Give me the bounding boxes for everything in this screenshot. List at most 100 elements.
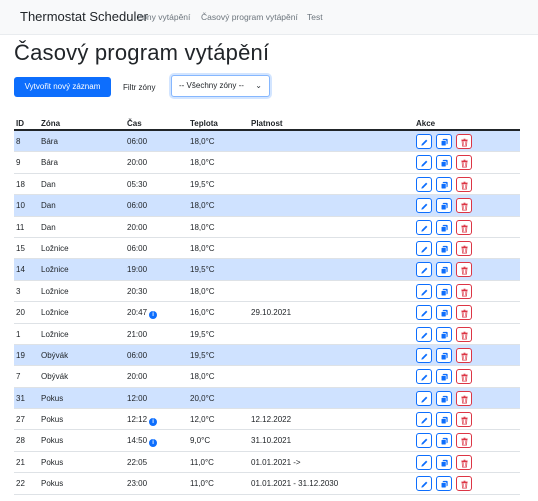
cell-time: 12:12 i (127, 415, 158, 427)
copy-button[interactable] (436, 198, 452, 214)
cell-id: 11 (16, 222, 25, 232)
delete-button[interactable] (456, 134, 472, 149)
cell-temperature: 11,0°C (190, 457, 214, 467)
header-temp: Teplota (190, 119, 218, 128)
cell-time: 21:00 (127, 330, 147, 339)
cell-time-value: 06:00 (127, 243, 148, 253)
delete-button[interactable] (456, 305, 472, 321)
cell-temperature: 18,0°C (190, 243, 215, 253)
create-record-button[interactable]: Vytvořit nový záznam (14, 77, 111, 97)
table-header: ID Zóna Čas Teplota Platnost Akce (14, 117, 520, 131)
delete-button[interactable] (456, 155, 472, 171)
delete-button[interactable] (456, 219, 472, 235)
nav-link-test[interactable]: Test (307, 12, 323, 22)
edit-button[interactable] (416, 390, 432, 406)
edit-button[interactable] (416, 262, 432, 278)
nav-link-schedule[interactable]: Časový program vytápění (201, 12, 298, 22)
info-circle-icon[interactable]: i (149, 439, 158, 448)
cell-time-value: 06:00 (127, 350, 148, 360)
cell-id: 28 (16, 436, 25, 446)
cell-zone: Obývák (41, 350, 69, 360)
edit-button[interactable] (416, 454, 432, 470)
table-row: 21 Pokus 22:05 11,0°C 01.01.2021 -> (14, 452, 520, 474)
cell-zone: Bára (41, 158, 58, 168)
table-body: 8 Bára 06:00 18,0°C 9 Bára 20:00 18,0°C 18 Dan 05:… (14, 131, 520, 495)
edit-button[interactable] (416, 326, 432, 342)
delete-button[interactable] (456, 390, 472, 406)
delete-button[interactable] (456, 476, 472, 492)
edit-button[interactable] (416, 155, 432, 171)
edit-button[interactable] (416, 433, 432, 449)
header-validity: Platnost (251, 119, 283, 128)
filter-label: Filtr zóny (123, 83, 156, 92)
edit-button[interactable] (416, 240, 432, 256)
cell-time: 12:00 (127, 394, 147, 403)
info-circle-icon[interactable]: i (149, 311, 158, 320)
cell-time-value: 20:00 (127, 222, 148, 232)
cell-temperature: 9,0°C (190, 436, 211, 446)
copy-button[interactable] (436, 305, 452, 321)
edit-button[interactable] (416, 476, 432, 492)
delete-button[interactable] (456, 283, 472, 299)
cell-zone: Pokus (41, 393, 64, 403)
cell-time-value: 06:00 (127, 137, 148, 146)
copy-button[interactable] (436, 369, 452, 385)
edit-button[interactable] (416, 198, 432, 214)
cell-zone: Ložnice (41, 243, 69, 253)
delete-button[interactable] (456, 326, 472, 342)
brand[interactable]: Thermostat Scheduler (20, 9, 148, 24)
delete-button[interactable] (456, 369, 472, 385)
delete-button[interactable] (456, 240, 472, 256)
copy-button[interactable] (436, 454, 452, 470)
header-id: ID (16, 119, 24, 128)
edit-button[interactable] (416, 283, 432, 299)
cell-temperature: 18,0°C (190, 201, 215, 211)
copy-button[interactable] (436, 155, 452, 171)
cell-id: 14 (16, 265, 25, 275)
info-circle-icon[interactable]: i (149, 418, 158, 427)
cell-id: 27 (16, 415, 25, 425)
cell-time-value: 23:00 (127, 479, 148, 489)
zone-filter-value: -- Všechny zóny -- (179, 81, 244, 90)
edit-button[interactable] (416, 305, 432, 321)
header-zone: Zóna (41, 119, 61, 128)
delete-button[interactable] (456, 454, 472, 470)
copy-button[interactable] (436, 412, 452, 428)
copy-button[interactable] (436, 134, 452, 149)
cell-id: 31 (16, 393, 25, 403)
nav-link-zones[interactable]: Zóny vytápění (137, 12, 190, 22)
delete-button[interactable] (456, 347, 472, 363)
header-actions: Akce (416, 119, 436, 128)
edit-button[interactable] (416, 412, 432, 428)
delete-button[interactable] (456, 262, 472, 278)
cell-temperature: 12,0°C (190, 415, 215, 425)
delete-button[interactable] (456, 176, 472, 192)
copy-button[interactable] (436, 433, 452, 449)
delete-button[interactable] (456, 198, 472, 214)
chevron-down-icon: ⌄ (255, 81, 262, 90)
edit-button[interactable] (416, 347, 432, 363)
copy-button[interactable] (436, 240, 452, 256)
edit-button[interactable] (416, 219, 432, 235)
copy-button[interactable] (436, 326, 452, 342)
cell-zone: Ložnice (41, 286, 69, 296)
delete-button[interactable] (456, 412, 472, 428)
copy-button[interactable] (436, 347, 452, 363)
delete-button[interactable] (456, 433, 472, 449)
copy-button[interactable] (436, 262, 452, 278)
copy-button[interactable] (436, 390, 452, 406)
cell-validity: 31.10.2021 (251, 436, 292, 446)
copy-button[interactable] (436, 283, 452, 299)
cell-time: 06:00 (127, 244, 147, 253)
copy-button[interactable] (436, 219, 452, 235)
cell-time-value: 20:00 (127, 372, 148, 382)
edit-button[interactable] (416, 134, 432, 149)
copy-button[interactable] (436, 176, 452, 192)
cell-temperature: 18,0°C (190, 137, 215, 146)
cell-time-value: 19:00 (127, 265, 148, 275)
edit-button[interactable] (416, 369, 432, 385)
edit-button[interactable] (416, 176, 432, 192)
copy-button[interactable] (436, 476, 452, 492)
zone-filter-select[interactable]: -- Všechny zóny -- ⌄ (171, 75, 270, 97)
cell-temperature: 18,0°C (190, 222, 215, 232)
